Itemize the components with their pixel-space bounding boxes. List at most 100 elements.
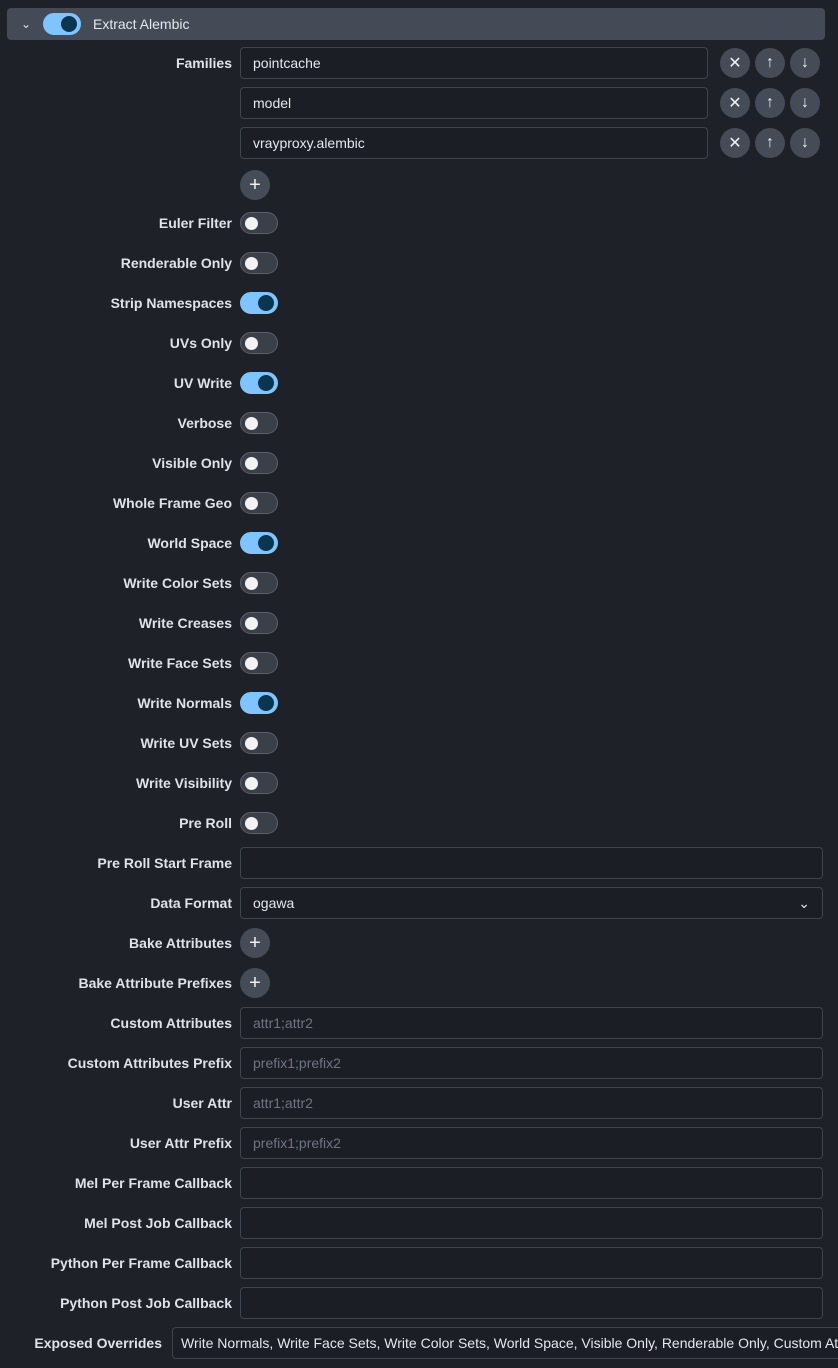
plugin-enabled-toggle[interactable] xyxy=(43,13,81,35)
toggle-write-creases[interactable] xyxy=(240,612,278,634)
form-row: UVs Only xyxy=(0,323,838,363)
toggle-write-uv-sets[interactable] xyxy=(240,732,278,754)
form-row: Families pointcache ✕ ↑ ↓ xyxy=(0,43,838,83)
form-row: Write Color Sets xyxy=(0,563,838,603)
toggle-euler-filter[interactable] xyxy=(240,212,278,234)
toggle-knob xyxy=(61,16,77,32)
form-row: Euler Filter xyxy=(0,203,838,243)
add-family-button[interactable]: + xyxy=(240,170,270,200)
form-row: Exposed Overrides Write Normals, Write Fa… xyxy=(0,1323,838,1363)
toggle-knob xyxy=(258,535,274,551)
field-control: attr1;attr2 xyxy=(240,1007,838,1039)
form-row: Pre Roll Start Frame xyxy=(0,843,838,883)
chevron-down-icon[interactable]: ⌄ xyxy=(21,17,37,31)
field-label: Pre Roll xyxy=(179,815,232,831)
move-up-button[interactable]: ↑ xyxy=(755,48,785,78)
python-post-job-callback-input[interactable] xyxy=(240,1287,823,1319)
remove-item-button[interactable]: ✕ xyxy=(720,48,750,78)
field-label: UVs Only xyxy=(169,335,232,351)
data-format-select[interactable]: ogawa ⌄ xyxy=(240,887,823,919)
toggle-control xyxy=(240,652,838,674)
field-label: Renderable Only xyxy=(120,255,232,271)
toggle-write-normals[interactable] xyxy=(240,692,278,714)
toggle-pre-roll[interactable] xyxy=(240,812,278,834)
toggle-write-color-sets[interactable] xyxy=(240,572,278,594)
field-label: Write Visibility xyxy=(136,775,232,791)
toggle-renderable-only[interactable] xyxy=(240,252,278,274)
field-control xyxy=(240,1207,838,1239)
field-control: attr1;attr2 xyxy=(240,1087,838,1119)
exposed-overrides-input[interactable]: Write Normals, Write Face Sets, Write Co… xyxy=(172,1327,838,1359)
toggle-control xyxy=(240,212,838,234)
pre-roll-start-frame-input[interactable] xyxy=(240,847,823,879)
toggle-knob xyxy=(245,737,258,750)
field-control xyxy=(240,1167,838,1199)
form-row: Pre Roll xyxy=(0,803,838,843)
move-up-button[interactable]: ↑ xyxy=(755,128,785,158)
toggle-knob xyxy=(258,695,274,711)
form-row: Mel Post Job Callback xyxy=(0,1203,838,1243)
bake-attribute-prefixes-add-button[interactable]: + xyxy=(240,968,270,998)
toggle-control xyxy=(240,572,838,594)
mel-post-job-callback-input[interactable] xyxy=(240,1207,823,1239)
field-label: Custom Attributes Prefix xyxy=(67,1055,232,1071)
form-row: Visible Only xyxy=(0,443,838,483)
toggle-uvs-only[interactable] xyxy=(240,332,278,354)
families-item-input[interactable]: pointcache xyxy=(240,47,708,79)
field-label: Visible Only xyxy=(152,455,232,471)
form-row: Custom Attributes Prefix prefix1;prefix2 xyxy=(0,1043,838,1083)
field-label: User Attr xyxy=(172,1095,232,1111)
form-row: model ✕ ↑ ↓ xyxy=(0,83,838,123)
field-control: ogawa ⌄ xyxy=(240,887,838,919)
form-row: Write Face Sets xyxy=(0,643,838,683)
python-per-frame-callback-input[interactable] xyxy=(240,1247,823,1279)
field-label: Bake Attribute Prefixes xyxy=(78,975,232,991)
field-label: Write Face Sets xyxy=(127,655,232,671)
move-down-button[interactable]: ↓ xyxy=(790,88,820,118)
toggle-visible-only[interactable] xyxy=(240,452,278,474)
form-row: Mel Per Frame Callback xyxy=(0,1163,838,1203)
user-attr-prefix-input[interactable]: prefix1;prefix2 xyxy=(240,1127,823,1159)
move-up-button[interactable]: ↑ xyxy=(755,88,785,118)
toggle-whole-frame-geo[interactable] xyxy=(240,492,278,514)
field-label: User Attr Prefix xyxy=(129,1135,232,1151)
field-control: + xyxy=(240,968,838,998)
toggle-strip-namespaces[interactable] xyxy=(240,292,278,314)
mel-per-frame-callback-input[interactable] xyxy=(240,1167,823,1199)
toggle-control xyxy=(240,292,838,314)
toggle-uv-write[interactable] xyxy=(240,372,278,394)
move-down-button[interactable]: ↓ xyxy=(790,48,820,78)
families-add: + xyxy=(240,170,838,200)
toggle-verbose[interactable] xyxy=(240,412,278,434)
families-item-input[interactable]: model xyxy=(240,87,708,119)
field-label: Families xyxy=(175,55,232,71)
families-item-input[interactable]: vrayproxy.alembic xyxy=(240,127,708,159)
remove-item-button[interactable]: ✕ xyxy=(720,128,750,158)
remove-item-button[interactable]: ✕ xyxy=(720,88,750,118)
custom-attributes-input[interactable]: attr1;attr2 xyxy=(240,1007,823,1039)
toggle-knob xyxy=(245,337,258,350)
field-control: prefix1;prefix2 xyxy=(240,1047,838,1079)
toggle-control xyxy=(240,612,838,634)
toggle-control xyxy=(240,692,838,714)
toggle-world-space[interactable] xyxy=(240,532,278,554)
toggle-write-visibility[interactable] xyxy=(240,772,278,794)
families-control: model ✕ ↑ ↓ xyxy=(240,87,838,119)
bake-attributes-add-button[interactable]: + xyxy=(240,928,270,958)
move-down-button[interactable]: ↓ xyxy=(790,128,820,158)
custom-attributes-prefix-input[interactable]: prefix1;prefix2 xyxy=(240,1047,823,1079)
arrow-up-icon: ↑ xyxy=(766,54,774,71)
field-label: Python Post Job Callback xyxy=(60,1295,232,1311)
user-attr-input[interactable]: attr1;attr2 xyxy=(240,1087,823,1119)
toggle-knob xyxy=(245,417,258,430)
field-label: Write Normals xyxy=(137,695,232,711)
toggle-write-face-sets[interactable] xyxy=(240,652,278,674)
toggle-knob xyxy=(245,257,258,270)
close-icon: ✕ xyxy=(728,95,742,112)
arrow-down-icon: ↓ xyxy=(801,54,809,71)
form-row: User Attr attr1;attr2 xyxy=(0,1083,838,1123)
plugin-header[interactable]: ⌄ Extract Alembic xyxy=(7,8,825,40)
field-label: Whole Frame Geo xyxy=(112,495,232,511)
field-label: Euler Filter xyxy=(158,215,232,231)
field-control: Write Normals, Write Face Sets, Write Co… xyxy=(172,1327,838,1359)
